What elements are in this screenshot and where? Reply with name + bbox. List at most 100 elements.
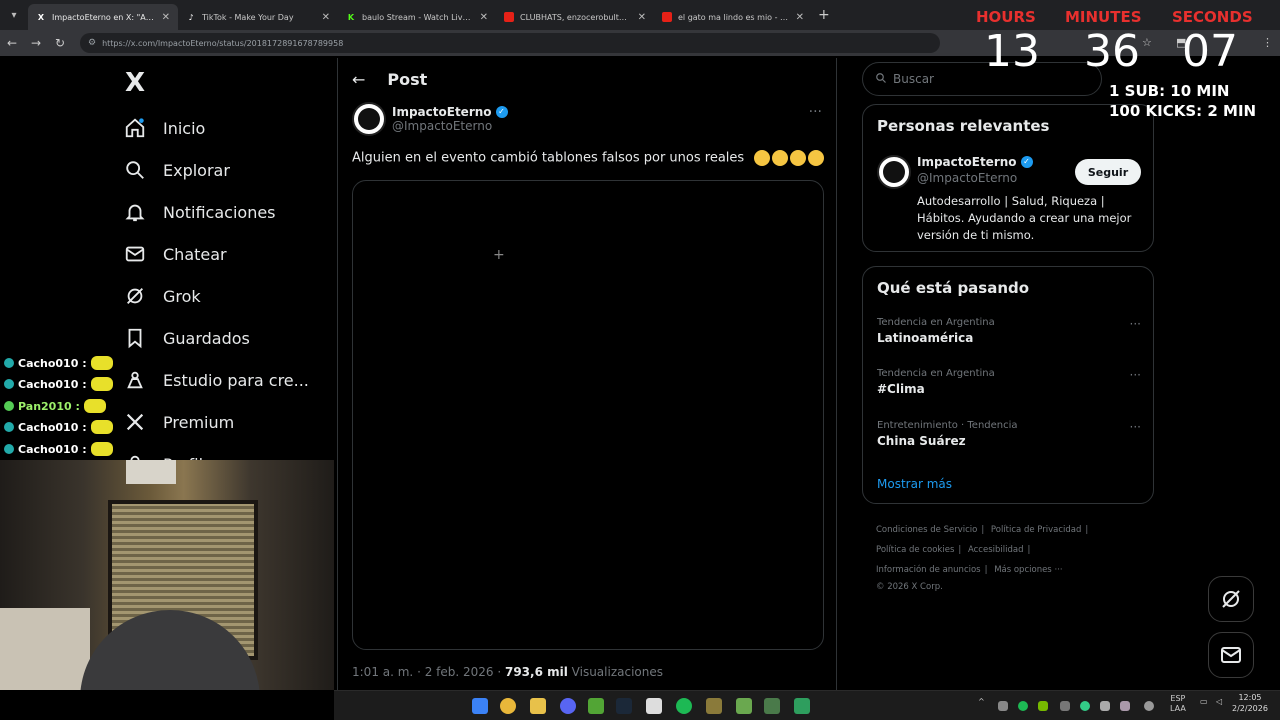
footer-link[interactable]: Más opciones ··· bbox=[994, 565, 1062, 575]
footer-link[interactable]: Condiciones de Servicio bbox=[876, 525, 977, 535]
more-options-icon[interactable]: ··· bbox=[1130, 368, 1141, 382]
tab-label: el gato ma lindo es mio - YouTu bbox=[678, 12, 790, 22]
post-timestamp[interactable]: 1:01 a. m. · 2 feb. 2026 · bbox=[352, 665, 505, 679]
more-options-icon[interactable]: ··· bbox=[809, 104, 822, 120]
tray-icon[interactable] bbox=[1100, 701, 1110, 711]
relevant-name[interactable]: ImpactoEterno bbox=[917, 155, 1017, 169]
close-icon[interactable]: ✕ bbox=[796, 12, 804, 23]
nav-label: Explorar bbox=[163, 160, 230, 180]
post-media[interactable]: + bbox=[352, 180, 824, 650]
notepad-icon[interactable] bbox=[646, 698, 662, 714]
home-icon bbox=[123, 116, 147, 140]
post-author[interactable]: ImpactoEterno ✓ @ImpactoEterno bbox=[352, 102, 508, 136]
trend-item[interactable]: Tendencia en Argentina Latinoamérica ··· bbox=[877, 317, 1141, 345]
chat-user: Pan2010 : bbox=[18, 399, 80, 413]
nav-item-notificaciones[interactable]: Notificaciones bbox=[123, 192, 276, 232]
new-tab-button[interactable]: + bbox=[818, 7, 830, 23]
tab-clubhats[interactable]: CLUBHATS, enzocerobulto & Cl ✕ bbox=[496, 4, 654, 30]
avatar[interactable] bbox=[352, 102, 386, 136]
folder-icon[interactable] bbox=[530, 698, 546, 714]
tray-chevron-icon[interactable]: ^ bbox=[978, 697, 985, 706]
x-logo[interactable]: X bbox=[125, 68, 145, 98]
chat-user: Cacho010 : bbox=[18, 377, 87, 391]
back-arrow-icon[interactable]: ← bbox=[0, 36, 24, 50]
start-icon[interactable] bbox=[472, 698, 488, 714]
url-text: https://x.com/ImpactoEterno/status/20181… bbox=[102, 38, 344, 48]
chrome-icon[interactable] bbox=[500, 698, 516, 714]
youtube-icon bbox=[504, 12, 514, 22]
spotify-icon[interactable] bbox=[676, 698, 692, 714]
tray-icon[interactable] bbox=[1120, 701, 1130, 711]
chat-badge-icon bbox=[4, 401, 14, 411]
close-icon[interactable]: ✕ bbox=[638, 12, 646, 23]
minutes-value: 36 bbox=[1084, 26, 1140, 77]
footer-link[interactable]: Accesibilidad bbox=[968, 545, 1024, 555]
steam-icon[interactable] bbox=[616, 698, 632, 714]
url-field[interactable]: ⚙ https://x.com/ImpactoEterno/status/201… bbox=[80, 33, 940, 53]
nvidia-icon[interactable] bbox=[1038, 701, 1048, 711]
close-icon[interactable]: ✕ bbox=[322, 12, 330, 23]
nav-item-premium[interactable]: Premium bbox=[123, 402, 234, 442]
x-icon: X bbox=[37, 12, 45, 22]
app-icon[interactable] bbox=[764, 698, 780, 714]
tab-search-icon[interactable]: ▾ bbox=[0, 1, 28, 29]
tray-icon[interactable] bbox=[1060, 701, 1070, 711]
more-options-icon[interactable]: ··· bbox=[1130, 420, 1141, 434]
webcam-feed bbox=[0, 460, 334, 690]
site-info-icon[interactable]: ⚙ bbox=[88, 38, 96, 48]
forward-arrow-icon[interactable]: → bbox=[24, 36, 48, 50]
footer-link[interactable]: Política de cookies bbox=[876, 545, 954, 555]
tab-gato[interactable]: el gato ma lindo es mio - YouTu ✕ bbox=[654, 4, 812, 30]
minecraft-icon[interactable] bbox=[736, 698, 752, 714]
tray-icon[interactable] bbox=[1080, 701, 1090, 711]
discord-icon[interactable] bbox=[560, 698, 576, 714]
kick-icon: K bbox=[347, 12, 355, 22]
follow-button[interactable]: Seguir bbox=[1075, 159, 1141, 185]
nav-item-chatear[interactable]: Chatear bbox=[123, 234, 227, 274]
nav-item-explorar[interactable]: Explorar bbox=[123, 150, 230, 190]
microphone-icon[interactable] bbox=[1144, 701, 1154, 711]
seconds-value: 07 bbox=[1182, 26, 1238, 77]
views-count: 793,6 mil bbox=[504, 665, 568, 679]
youtube-icon bbox=[662, 12, 672, 22]
tab-kick[interactable]: K baulo Stream - Watch Live on K ✕ bbox=[338, 4, 496, 30]
nav-item-guardados[interactable]: Guardados bbox=[123, 318, 250, 358]
close-icon[interactable]: ✕ bbox=[162, 12, 170, 23]
grok-button[interactable] bbox=[1208, 576, 1254, 622]
nav-item-estudio[interactable]: Estudio para cre... bbox=[123, 360, 309, 400]
tab-tiktok[interactable]: ♪ TikTok - Make Your Day ✕ bbox=[178, 4, 338, 30]
relevant-user[interactable]: ImpactoEterno ✓ @ImpactoEterno bbox=[917, 155, 1033, 185]
post-text-row: Alguien en el evento cambió tablones fal… bbox=[352, 150, 825, 166]
back-arrow-icon[interactable]: ← bbox=[352, 70, 365, 89]
xbox-icon[interactable] bbox=[588, 698, 604, 714]
emote-icon bbox=[90, 442, 113, 456]
trend-item[interactable]: Entretenimiento · Tendencia China Suárez… bbox=[877, 420, 1141, 448]
left-nav: X Inicio Explorar Notificaciones Chatear bbox=[115, 60, 335, 480]
spotify-tray-icon[interactable] bbox=[1018, 701, 1028, 711]
nav-label: Chatear bbox=[163, 244, 227, 264]
emote-icon bbox=[83, 399, 106, 413]
tab-impactoeterno[interactable]: X ImpactoEterno en X: "Alguien e ✕ bbox=[28, 4, 178, 30]
close-icon[interactable]: ✕ bbox=[480, 12, 488, 23]
author-name[interactable]: ImpactoEterno bbox=[392, 105, 492, 119]
messages-button[interactable] bbox=[1208, 632, 1254, 678]
relevant-handle[interactable]: @ImpactoEterno bbox=[917, 171, 1033, 185]
author-handle[interactable]: @ImpactoEterno bbox=[392, 119, 508, 133]
volume-icon[interactable]: ◁ bbox=[1216, 697, 1222, 706]
app-icon[interactable] bbox=[794, 698, 810, 714]
network-icon[interactable]: ▭ bbox=[1200, 697, 1208, 706]
footer-link[interactable]: Política de Privacidad bbox=[991, 525, 1081, 535]
footer-link[interactable]: Información de anuncios bbox=[876, 565, 981, 575]
app-icon[interactable] bbox=[706, 698, 722, 714]
nav-item-grok[interactable]: Grok bbox=[123, 276, 201, 316]
search-icon bbox=[875, 72, 887, 87]
tray-icon[interactable] bbox=[998, 701, 1008, 711]
show-more-link[interactable]: Mostrar más bbox=[877, 477, 952, 491]
more-options-icon[interactable]: ··· bbox=[1130, 317, 1141, 331]
reload-icon[interactable]: ↻ bbox=[48, 36, 72, 50]
language-indicator[interactable]: ESP LAA bbox=[1170, 694, 1186, 714]
taskbar-clock[interactable]: 12:05 2/2/2026 bbox=[1232, 692, 1268, 714]
avatar[interactable] bbox=[877, 155, 911, 189]
trend-item[interactable]: Tendencia en Argentina #Clima ··· bbox=[877, 368, 1141, 396]
nav-item-inicio[interactable]: Inicio bbox=[123, 108, 205, 148]
